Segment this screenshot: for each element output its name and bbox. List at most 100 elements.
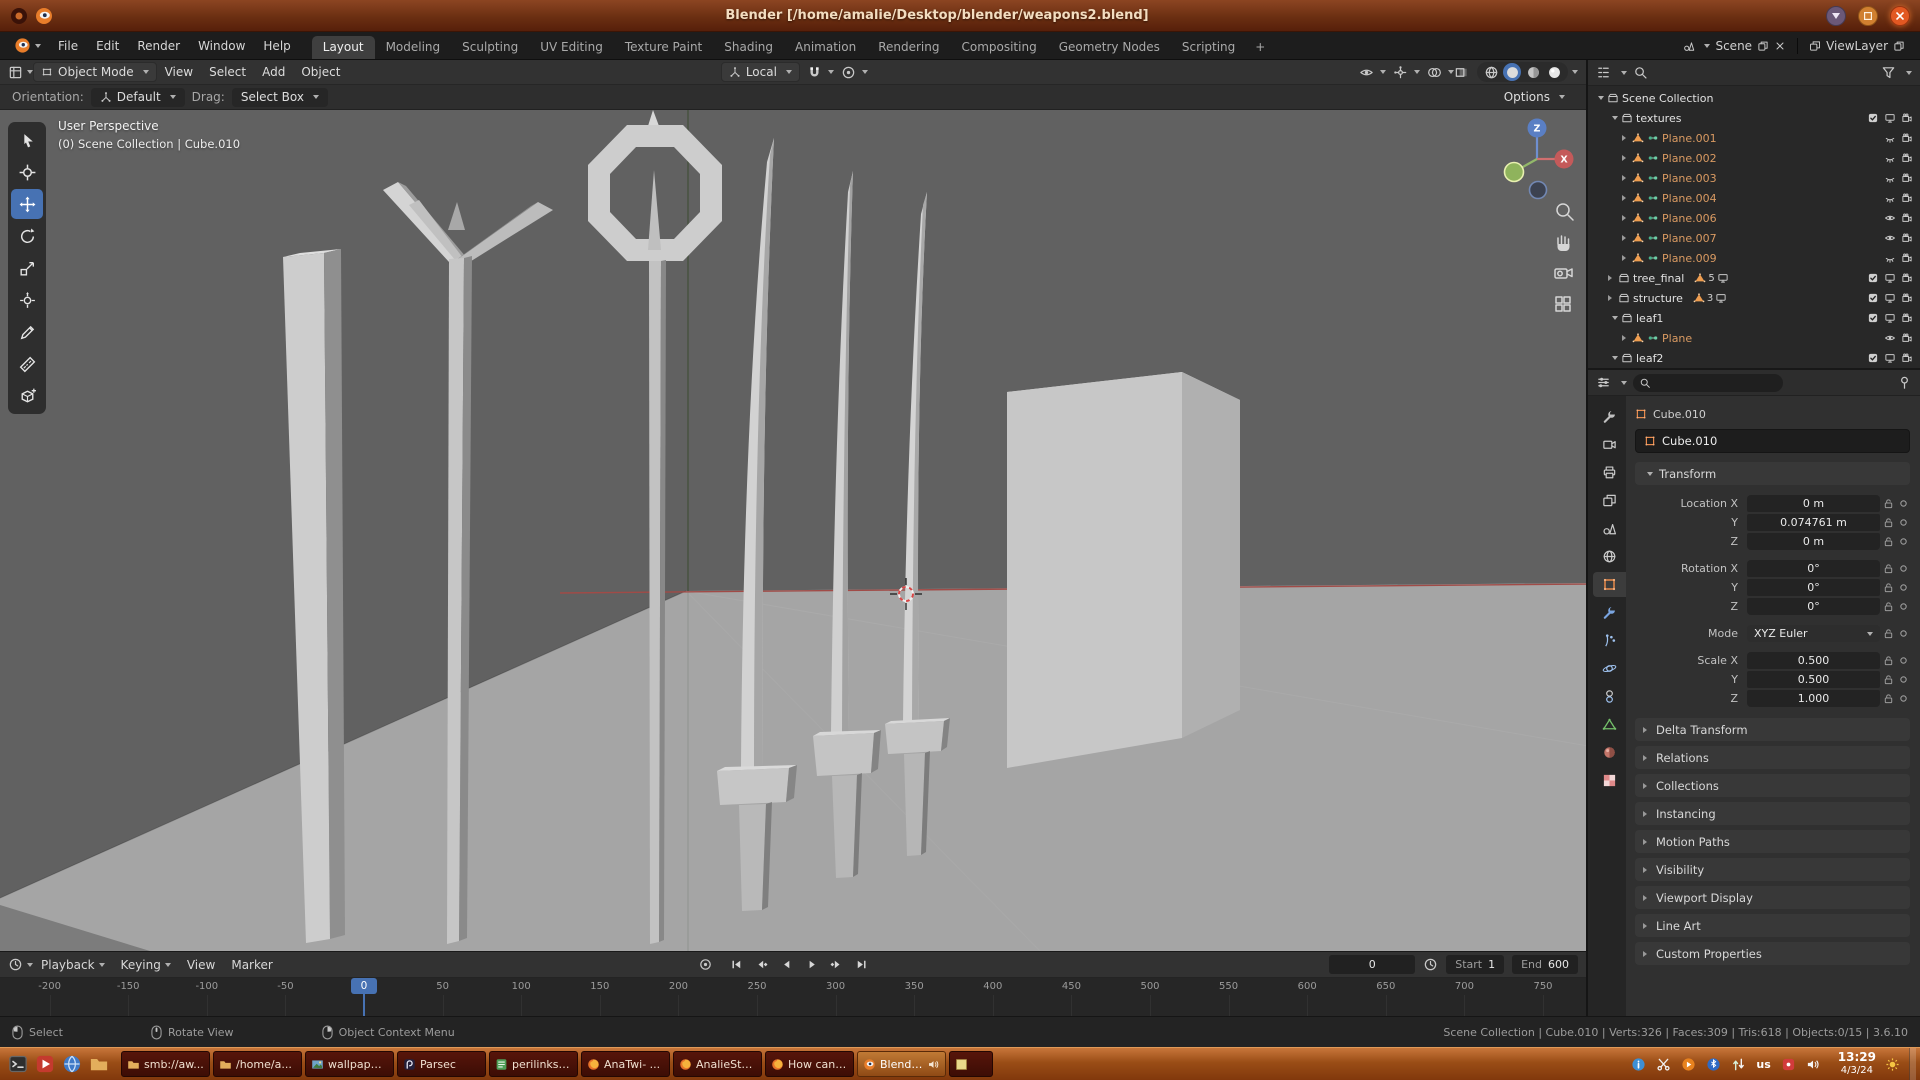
field-scale-scale-x[interactable]: 0.500	[1747, 652, 1880, 669]
outliner-row-plane-003[interactable]: Plane.003	[1588, 168, 1920, 188]
transform-section-header[interactable]: Transform	[1635, 462, 1910, 485]
toggle-xray-icon[interactable]	[1454, 65, 1469, 80]
shading-solid-button[interactable]	[1503, 63, 1521, 81]
cam-toggle-icon[interactable]	[1901, 132, 1913, 144]
workspace-tab-layout[interactable]: Layout	[312, 36, 375, 59]
outliner-row-leaf2[interactable]: leaf2	[1588, 348, 1920, 368]
menu-render[interactable]: Render	[128, 39, 189, 53]
outliner-row-textures[interactable]: textures	[1588, 108, 1920, 128]
shading-rendered-button[interactable]	[1545, 63, 1563, 81]
lock-toggle[interactable]	[1880, 536, 1897, 547]
tool-measure-button[interactable]	[11, 349, 43, 379]
field-rot-rotation-x[interactable]: 0°	[1747, 560, 1880, 577]
lock-toggle[interactable]	[1880, 655, 1897, 666]
animate-decorator[interactable]	[1897, 602, 1910, 611]
properties-search-field[interactable]	[1633, 374, 1783, 392]
viewport[interactable]: Z X User Perspective (0)	[0, 110, 1586, 951]
window-menu-icon[interactable]	[10, 7, 28, 25]
window-titlebar[interactable]: Blender [/home/amalie/Desktop/blender/we…	[0, 0, 1920, 32]
lock-toggle[interactable]	[1880, 693, 1897, 704]
screen-toggle-icon[interactable]	[1884, 272, 1896, 284]
taskbar-window-how-can-i[interactable]: How can I...	[765, 1051, 854, 1077]
filter-icon[interactable]	[1881, 65, 1896, 80]
properties-tab-texture[interactable]	[1593, 768, 1626, 793]
launcher-terminal[interactable]	[4, 1051, 31, 1078]
search-icon[interactable]	[1633, 65, 1648, 80]
lock-toggle[interactable]	[1880, 628, 1897, 639]
animate-decorator[interactable]	[1897, 518, 1910, 527]
outliner-editor-icon[interactable]	[1596, 65, 1611, 80]
weather-icon[interactable]	[1885, 1057, 1900, 1072]
workspace-tab-shading[interactable]: Shading	[713, 36, 784, 59]
jump-to-start-button[interactable]	[725, 955, 747, 975]
animate-decorator[interactable]	[1897, 564, 1910, 573]
jump-to-end-button[interactable]	[850, 955, 872, 975]
tool-transform-button[interactable]	[11, 285, 43, 315]
check-toggle-icon[interactable]	[1867, 292, 1879, 304]
tray-info-icon[interactable]	[1631, 1057, 1646, 1072]
tool-add-cube-button[interactable]	[11, 381, 43, 411]
screen-toggle-icon[interactable]	[1884, 352, 1896, 364]
section-line-art[interactable]: Line Art	[1635, 914, 1910, 937]
current-frame-field[interactable]: 0	[1329, 955, 1415, 974]
viewport-menu-object[interactable]: Object	[293, 65, 348, 79]
launcher-media[interactable]	[31, 1051, 58, 1078]
launcher-files[interactable]	[85, 1051, 112, 1078]
visibility-dropdown[interactable]	[1359, 65, 1386, 80]
field-loc-z[interactable]: 0 m	[1747, 533, 1880, 550]
gizmo-minus-z-axis[interactable]	[1530, 182, 1547, 199]
taskbar-window-anatwi[interactable]: AnaTwi- ...	[581, 1051, 670, 1077]
menu-window[interactable]: Window	[189, 39, 254, 53]
timeline-menu-keying[interactable]: Keying	[113, 958, 179, 972]
show-desktop-button[interactable]	[1909, 1048, 1916, 1080]
unlink-scene-button-icon[interactable]	[1774, 40, 1786, 52]
tool-scale-button[interactable]	[11, 253, 43, 283]
animate-decorator[interactable]	[1897, 537, 1910, 546]
eyeclosed-toggle-icon[interactable]	[1884, 172, 1896, 184]
animate-decorator[interactable]	[1897, 629, 1910, 638]
properties-tab-scene[interactable]	[1593, 516, 1626, 541]
lock-toggle[interactable]	[1880, 563, 1897, 574]
lock-toggle[interactable]	[1880, 517, 1897, 528]
lock-toggle[interactable]	[1880, 674, 1897, 685]
cam-toggle-icon[interactable]	[1901, 152, 1913, 164]
taskbar-window-blende[interactable]: Blende...	[857, 1051, 946, 1077]
tray-recdot-icon[interactable]	[1681, 1057, 1696, 1072]
tray-bluetooth-icon[interactable]	[1706, 1057, 1721, 1072]
field-rot-z[interactable]: 0°	[1747, 598, 1880, 615]
properties-tab-output[interactable]	[1593, 460, 1626, 485]
orientation-dropdown[interactable]: Default	[91, 88, 185, 107]
properties-tab-world[interactable]	[1593, 544, 1626, 569]
animate-decorator[interactable]	[1897, 675, 1910, 684]
mode-dropdown[interactable]: Object Mode	[33, 62, 157, 82]
screen-toggle-icon[interactable]	[1884, 292, 1896, 304]
overlays-dropdown[interactable]	[1427, 65, 1454, 80]
section-collections[interactable]: Collections	[1635, 774, 1910, 797]
taskbar-window-parsec[interactable]: Parsec	[397, 1051, 486, 1077]
properties-tab-physics[interactable]	[1593, 656, 1626, 681]
field-rot-y[interactable]: 0°	[1747, 579, 1880, 596]
proportional-editing-group[interactable]	[841, 65, 868, 80]
start-frame-field[interactable]: Start 1	[1446, 955, 1504, 974]
shading-material-button[interactable]	[1524, 63, 1542, 81]
previous-keyframe-button[interactable]	[750, 955, 772, 975]
pin-icon[interactable]	[1897, 375, 1912, 390]
blender-logo[interactable]	[6, 32, 49, 59]
tray-reddot-icon[interactable]	[1781, 1057, 1796, 1072]
section-visibility[interactable]: Visibility	[1635, 858, 1910, 881]
object-name-field[interactable]: Cube.010	[1635, 429, 1910, 453]
auto-keyframe-toggle-icon[interactable]	[698, 957, 713, 972]
gizmo-y-axis[interactable]	[1505, 163, 1524, 182]
launcher-browser[interactable]	[58, 1051, 85, 1078]
cam-toggle-icon[interactable]	[1901, 332, 1913, 344]
lock-toggle[interactable]	[1880, 601, 1897, 612]
lock-toggle[interactable]	[1880, 498, 1897, 509]
workspace-tab-uv-editing[interactable]: UV Editing	[529, 36, 614, 59]
properties-tab-modifier[interactable]	[1593, 600, 1626, 625]
animate-decorator[interactable]	[1897, 583, 1910, 592]
workspace-add-button[interactable]: +	[1246, 36, 1274, 59]
end-frame-field[interactable]: End 600	[1512, 955, 1578, 974]
taskbar-window-wallpaper[interactable]: wallpaper...	[305, 1051, 394, 1077]
cam-toggle-icon[interactable]	[1901, 172, 1913, 184]
properties-tab-constraints[interactable]	[1593, 684, 1626, 709]
